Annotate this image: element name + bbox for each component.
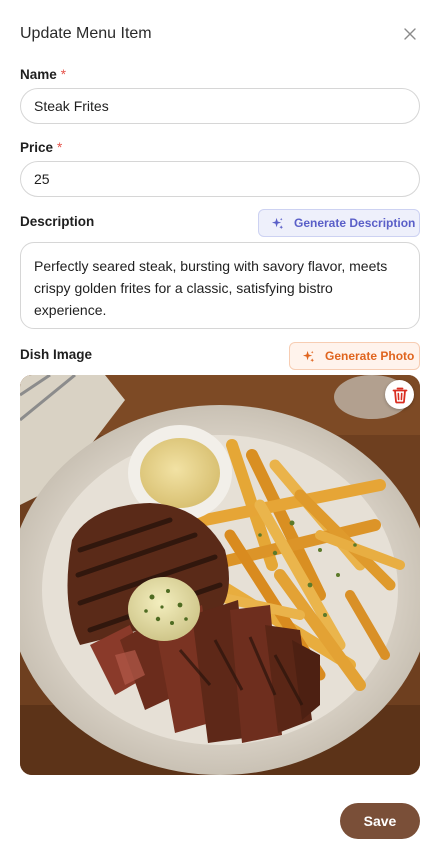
close-icon [404,28,416,40]
close-button[interactable] [400,24,420,44]
required-mark: * [60,67,67,82]
generate-photo-button[interactable]: Generate Photo [289,342,420,370]
description-label: Description [20,214,95,229]
price-input[interactable] [20,161,420,197]
required-mark: * [57,140,63,155]
save-button[interactable]: Save [340,803,420,839]
name-label: Name * [20,67,67,82]
sparkle-icon [271,217,284,229]
generate-description-button[interactable]: Generate Description [258,209,420,237]
modal-header: Update Menu Item [20,22,420,46]
name-input[interactable] [20,88,420,124]
modal-title: Update Menu Item [20,25,152,42]
sparkle-icon [302,350,315,362]
dish-image [20,375,420,775]
price-label: Price * [20,140,63,155]
dish-photo [20,375,420,775]
description-textarea[interactable]: Perfectly seared steak, bursting with sa… [20,242,420,329]
trash-icon [392,387,407,403]
update-menu-item-modal: Update Menu Item Name * Price * Descript… [0,0,440,859]
delete-image-button[interactable] [385,380,414,409]
dish-image-label: Dish Image [20,347,93,362]
